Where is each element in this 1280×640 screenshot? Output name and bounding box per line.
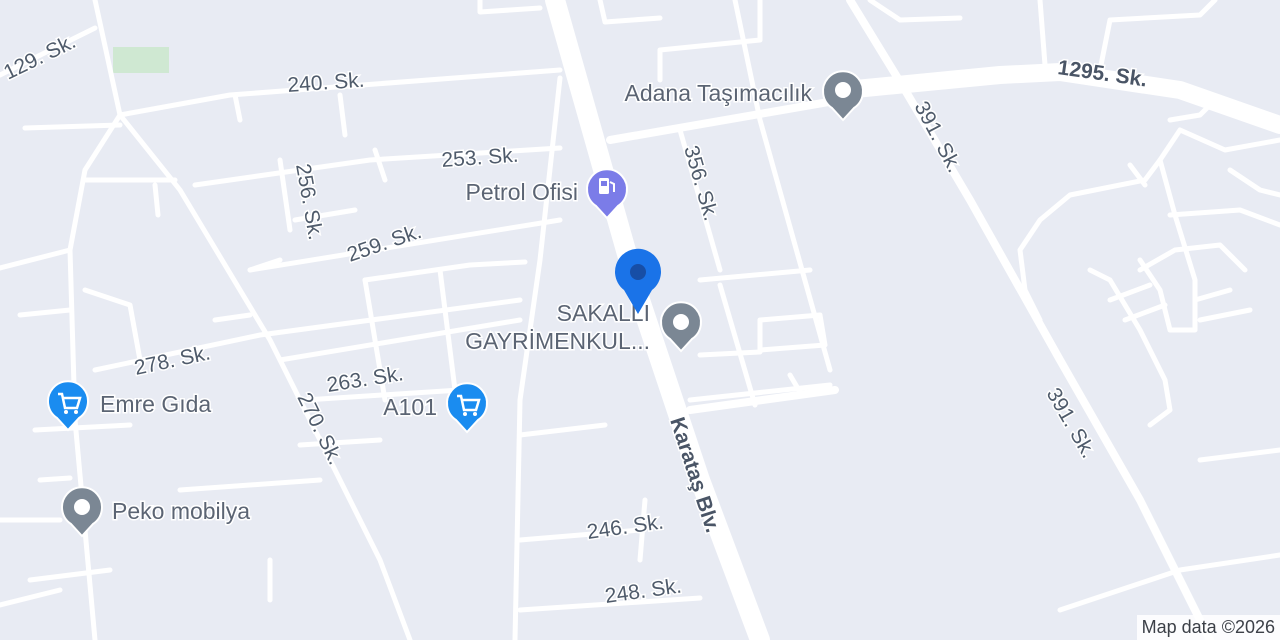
poi-label: Emre Gıda: [100, 391, 211, 417]
shopping-cart-icon: [446, 382, 488, 434]
street-label-253: 253. Sk.: [441, 144, 519, 172]
street-label-263: 263. Sk.: [325, 362, 405, 397]
poi-label-line-2: GAYRİMENKUL...: [465, 328, 650, 354]
street-label-259: 259. Sk.: [344, 220, 424, 267]
place-pin-icon: [822, 70, 864, 122]
street-label-278: 278. Sk.: [132, 341, 212, 380]
place-pin-icon: [660, 301, 702, 353]
street-label-240: 240. Sk.: [287, 69, 365, 97]
map-layer: 129. Sk. 240. Sk. 1295. Sk. 253. Sk. 356…: [0, 0, 1280, 640]
map-canvas[interactable]: 129. Sk. 240. Sk. 1295. Sk. 253. Sk. 356…: [0, 0, 1280, 640]
map-attribution[interactable]: Map data ©2026: [1136, 615, 1280, 640]
poi-label: A101: [383, 394, 437, 420]
street-label-256: 256. Sk.: [291, 162, 327, 242]
park-area: [113, 47, 169, 73]
street-label-270: 270. Sk.: [293, 389, 347, 468]
street-label-391b: 391. Sk.: [1042, 384, 1100, 462]
shopping-cart-icon: [47, 380, 89, 432]
poi-peko-mobilya[interactable]: Peko mobilya: [61, 486, 252, 538]
poi-label: Petrol Ofisi: [466, 179, 578, 205]
poi-label: Peko mobilya: [112, 498, 250, 524]
place-pin-icon: [61, 486, 103, 538]
street-label-391a: 391. Sk.: [910, 98, 966, 177]
street-label-129: 129. Sk.: [0, 30, 79, 84]
street-label-246: 246. Sk.: [585, 510, 665, 544]
street-label-356: 356. Sk.: [679, 143, 722, 223]
poi-label: Adana Taşımacılık: [624, 80, 812, 106]
